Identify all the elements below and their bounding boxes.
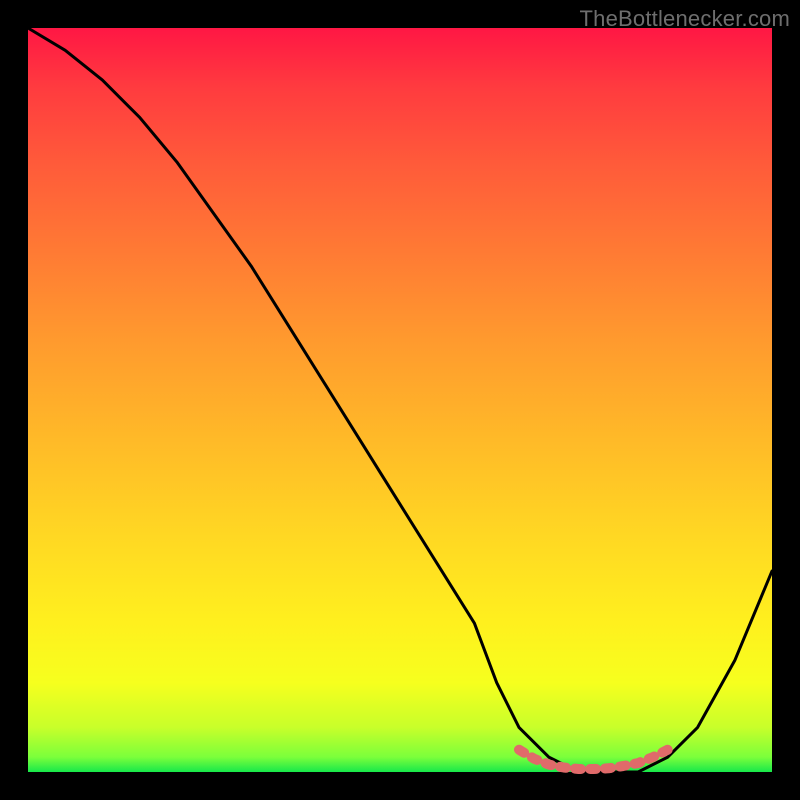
chart-frame: TheBottleneсker.com: [0, 0, 800, 800]
bottleneck-curve-line: [28, 28, 772, 772]
watermark-text: TheBottleneсker.com: [580, 6, 790, 32]
chart-overlay: [28, 28, 772, 772]
optimal-zone-dots: [519, 750, 668, 769]
